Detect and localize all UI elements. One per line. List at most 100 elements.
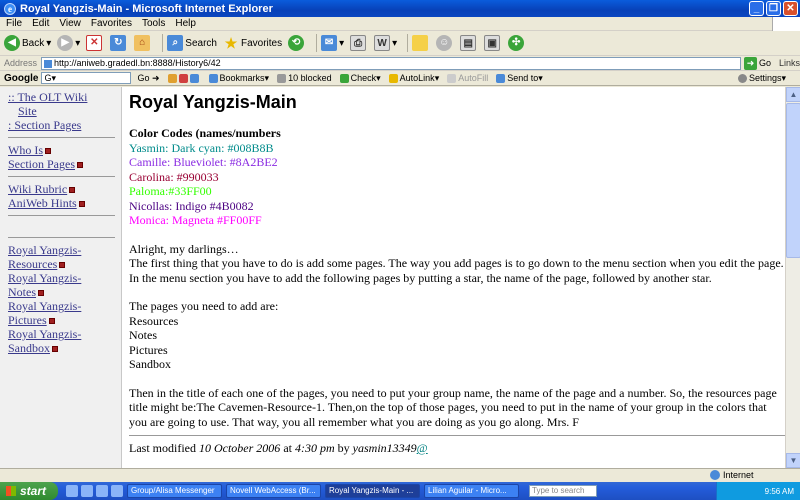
media-button[interactable]: ▣ bbox=[484, 35, 502, 51]
edit-button[interactable]: W ▾ bbox=[374, 35, 397, 51]
page-title: Royal Yangzis-Main bbox=[129, 92, 297, 112]
user-link[interactable]: @ bbox=[417, 441, 428, 455]
bullet-icon bbox=[38, 290, 44, 297]
quicklaunch-icon[interactable] bbox=[81, 485, 93, 497]
quicklaunch-icon[interactable] bbox=[96, 485, 108, 497]
modified-time: 4:30 pm bbox=[294, 441, 335, 455]
home-button[interactable]: ⌂ bbox=[134, 35, 152, 51]
search-button[interactable]: ⌕ Search bbox=[167, 35, 217, 51]
color-code-entry: Nicollas: Indigo #4B0082 bbox=[129, 198, 254, 213]
taskbar-item-word[interactable]: Lilian Aguilar - Micro... bbox=[424, 484, 519, 498]
color-code-entry: Carolina: #990033 bbox=[129, 169, 219, 184]
google-logo[interactable]: Google bbox=[4, 73, 38, 84]
clock[interactable]: 9:56 AM bbox=[765, 487, 794, 496]
google-search-input[interactable]: G▾ bbox=[41, 72, 132, 84]
bullet-icon bbox=[45, 148, 51, 155]
menu-view[interactable]: View bbox=[59, 18, 81, 29]
print-button[interactable]: ⎙ bbox=[350, 35, 368, 51]
messenger-button[interactable]: ☺ bbox=[436, 35, 454, 51]
forward-button[interactable]: ▶ ▾ bbox=[57, 35, 80, 51]
bullet-icon bbox=[52, 346, 58, 353]
menu-edit[interactable]: Edit bbox=[32, 18, 49, 29]
sidebar-link-who-is[interactable]: Who Is bbox=[8, 143, 43, 157]
sendto-button[interactable]: Send to ▾ bbox=[496, 73, 543, 84]
sidebar-link-wiki-rubric[interactable]: Wiki Rubric bbox=[8, 182, 67, 196]
chevron-down-icon[interactable]: ▾ bbox=[339, 38, 344, 49]
taskbar-item-novell[interactable]: Novell WebAccess (Br... bbox=[226, 484, 321, 498]
menu-tools[interactable]: Tools bbox=[142, 18, 165, 29]
sidebar-link-olt-wiki[interactable]: :: The OLT Wiki bbox=[8, 90, 87, 104]
address-input[interactable]: http://aniweb.gradedl.bn:8888/History6/4… bbox=[41, 56, 741, 70]
vertical-scrollbar[interactable]: ▲ ▼ bbox=[785, 87, 800, 468]
research-button[interactable]: ▤ bbox=[460, 35, 478, 51]
taskbar-item-messenger[interactable]: Group/Alisa Messenger bbox=[127, 484, 222, 498]
color-code-entry: Paloma:#33FF00 bbox=[129, 184, 212, 198]
history-button[interactable]: ⟲ bbox=[288, 35, 306, 51]
page-list-item: Pictures bbox=[129, 342, 168, 357]
google-go-button[interactable]: Go ➜ bbox=[137, 73, 159, 84]
refresh-icon: ↻ bbox=[110, 35, 127, 51]
title-bar[interactable]: e Royal Yangzis-Main - Microsoft Interne… bbox=[0, 0, 800, 17]
sidebar-link-notes[interactable]: Royal Yangzis- Notes bbox=[8, 271, 81, 299]
bookmarks-button[interactable]: Bookmarks ▾ bbox=[208, 73, 269, 84]
system-tray: 9:56 AM bbox=[716, 482, 800, 500]
sidebar-link-olt-wiki-site[interactable]: Site bbox=[18, 104, 37, 118]
scroll-thumb[interactable] bbox=[786, 103, 800, 258]
spellcheck-button[interactable]: Check ▾ bbox=[339, 73, 381, 84]
links-button[interactable]: Links bbox=[779, 58, 800, 68]
menu-bar: File Edit View Favorites Tools Help bbox=[0, 17, 800, 31]
media-icon: ▣ bbox=[484, 35, 501, 51]
page-list-item: Resources bbox=[129, 313, 179, 328]
mail-button[interactable]: ✉ ▾ bbox=[321, 35, 344, 51]
page-list-item: Sandbox bbox=[129, 357, 171, 371]
google-go-label: Go bbox=[137, 73, 150, 83]
sidebar-link-section-pages-top[interactable]: : Section Pages bbox=[8, 118, 81, 132]
menu-help[interactable]: Help bbox=[175, 18, 196, 29]
address-bar: Address http://aniweb.gradedl.bn:8888/Hi… bbox=[0, 56, 800, 71]
quicklaunch-icon[interactable] bbox=[66, 485, 78, 497]
taskbar-search-input[interactable]: Type to search bbox=[529, 485, 597, 497]
sidebar-group-links: Royal Yangzis- Resources Royal Yangzis- No… bbox=[8, 243, 121, 355]
folder-button[interactable] bbox=[412, 35, 430, 51]
menu-favorites[interactable]: Favorites bbox=[91, 18, 132, 29]
color-codes-title: Color Codes (names/numbers bbox=[129, 126, 281, 140]
autolink-button[interactable]: AutoLink ▾ bbox=[388, 73, 439, 84]
close-button[interactable]: ✕ bbox=[783, 1, 798, 16]
sidebar-divider bbox=[8, 237, 115, 238]
maximize-button[interactable]: ❐ bbox=[766, 1, 781, 16]
sidebar-divider bbox=[8, 176, 115, 177]
pagerank-icon bbox=[167, 73, 177, 83]
autofill-icon bbox=[447, 73, 457, 83]
taskbar-item-ie[interactable]: Royal Yangzis-Main - ... bbox=[325, 484, 420, 498]
scroll-up-icon[interactable]: ▲ bbox=[786, 87, 800, 102]
sidebar-link-pictures[interactable]: Royal Yangzis- Pictures bbox=[8, 299, 81, 327]
favorites-label: Favorites bbox=[240, 37, 283, 49]
minimize-button[interactable]: _ bbox=[749, 1, 764, 16]
news-icon bbox=[178, 73, 188, 83]
back-button[interactable]: ◀ Back ▾ bbox=[4, 35, 51, 51]
sidebar-link-sandbox[interactable]: Royal Yangzis- Sandbox bbox=[8, 327, 81, 355]
autofill-button[interactable]: AutoFill bbox=[447, 73, 488, 83]
favorites-button[interactable]: ★ Favorites bbox=[223, 35, 282, 51]
popup-blocker-button[interactable]: 10 blocked bbox=[277, 73, 332, 83]
google-icon bbox=[189, 73, 199, 83]
sidebar-divider bbox=[8, 137, 115, 138]
go-button[interactable]: ➜ Go bbox=[743, 56, 771, 70]
chevron-down-icon[interactable]: ▾ bbox=[46, 38, 51, 49]
google-icons[interactable] bbox=[167, 73, 201, 83]
sidebar-link-aniweb-hints[interactable]: AniWeb Hints bbox=[8, 196, 77, 210]
menu-file[interactable]: File bbox=[6, 18, 22, 29]
chevron-down-icon[interactable]: ▾ bbox=[392, 38, 397, 49]
send-icon bbox=[496, 73, 506, 83]
scroll-down-icon[interactable]: ▼ bbox=[786, 453, 800, 468]
sidebar-link-section-pages[interactable]: Section Pages bbox=[8, 157, 75, 171]
greeting: Alright, my darlings… bbox=[129, 241, 239, 256]
tools-button[interactable]: ✣ bbox=[508, 35, 526, 51]
chevron-down-icon[interactable]: ▾ bbox=[75, 38, 80, 49]
settings-button[interactable]: Settings ▾ bbox=[737, 73, 786, 84]
stop-button[interactable]: ✕ bbox=[86, 35, 104, 51]
sidebar-link-resources[interactable]: Royal Yangzis- Resources bbox=[8, 243, 81, 271]
refresh-button[interactable]: ↻ bbox=[110, 35, 128, 51]
start-button[interactable]: start bbox=[0, 482, 58, 500]
quicklaunch-icon[interactable] bbox=[111, 485, 123, 497]
